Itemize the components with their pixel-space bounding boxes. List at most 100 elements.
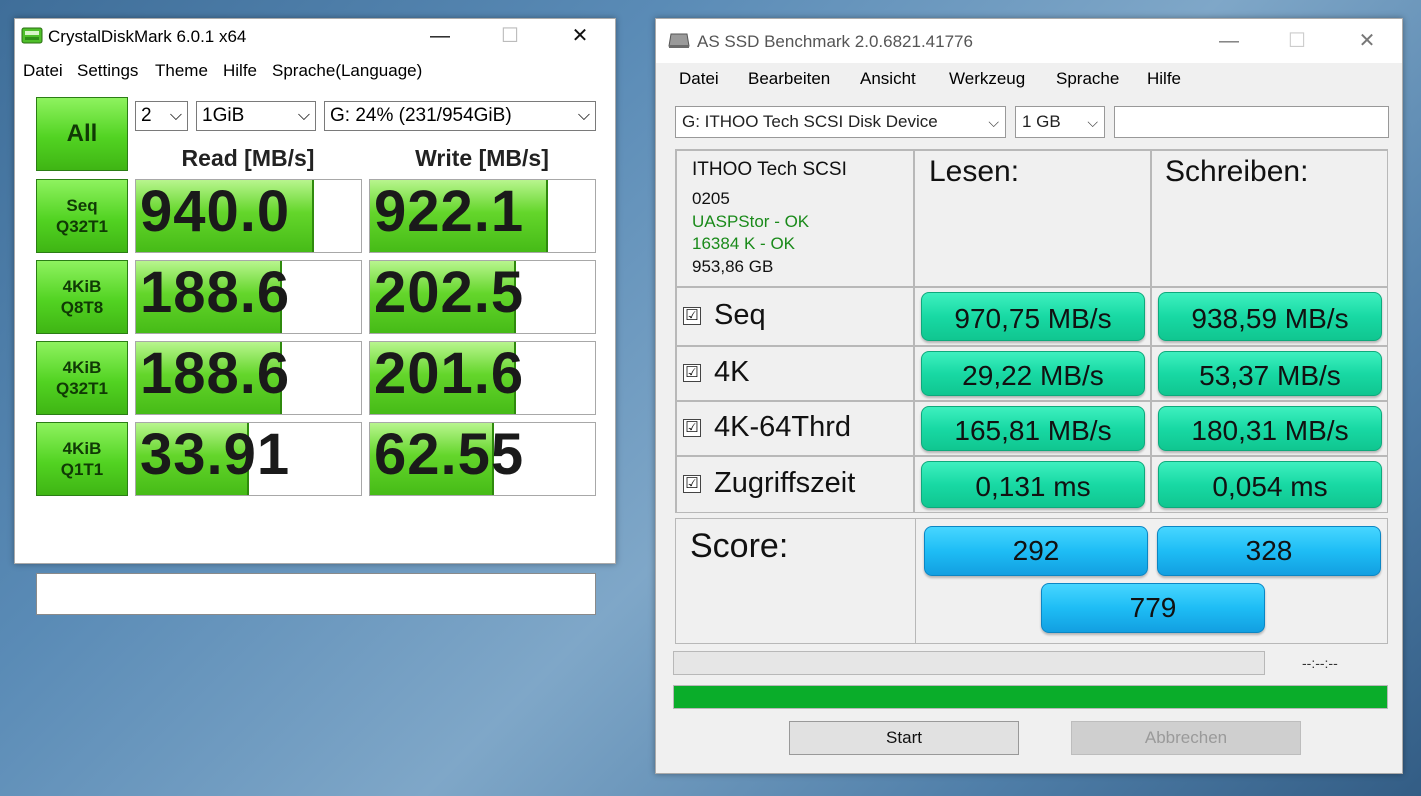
test-progress-bar	[673, 651, 1265, 675]
test-name: Zugriffszeit	[714, 467, 856, 499]
as-text-field[interactable]	[1114, 106, 1389, 138]
cdm-maximize-button[interactable]: ☐	[487, 19, 533, 53]
drive-name: ITHOO Tech SCSI	[692, 159, 847, 180]
as-menu-werkzeug[interactable]: Werkzeug	[949, 69, 1025, 89]
drive-select-value: G: 24% (231/954GiB)	[330, 105, 512, 126]
read-header: Read [MB/s]	[181, 145, 315, 171]
as-results-grid: ITHOO Tech SCSI 0205 UASPStor - OK 16384…	[675, 149, 1388, 513]
test-label-primary: 4KiB	[62, 277, 102, 296]
cdm-menu-theme[interactable]: Theme	[155, 61, 208, 81]
cdm-minimize-button[interactable]: —	[417, 19, 463, 53]
test-row-label-box: ☑ 4K	[676, 346, 914, 401]
score-label: Score:	[690, 527, 789, 565]
all-button-label: All	[66, 120, 98, 147]
test-button-1[interactable]: 4KiB Q8T8	[36, 260, 128, 334]
test-row-label-box: ☑ 4K-64Thrd	[676, 401, 914, 456]
test-label-secondary: Q1T1	[60, 460, 104, 479]
read-result-cell: 188.6	[135, 260, 362, 334]
write-result-cell: 62.55	[369, 422, 596, 496]
read-result-box: 165,81 MB/s	[914, 401, 1151, 456]
checkbox-icon[interactable]: ☑	[683, 475, 701, 493]
write-header: Write [MB/s]	[415, 145, 549, 171]
drive-select[interactable]: G: 24% (231/954GiB) ⌵	[324, 101, 596, 131]
cdm-close-button[interactable]: ✕	[557, 19, 603, 53]
cdm-menubar: Datei Settings Theme Hilfe Sprache(Langu…	[15, 55, 615, 83]
as-menu-datei[interactable]: Datei	[679, 69, 719, 89]
read-result-value: 0,131 ms	[921, 461, 1145, 508]
score-total: 779	[1041, 583, 1265, 633]
start-button[interactable]: Start	[789, 721, 1019, 755]
count-select-value: 2	[141, 105, 152, 126]
checkbox-icon[interactable]: ☑	[683, 307, 701, 325]
cdm-menu-settings[interactable]: Settings	[77, 61, 138, 81]
as-size-select[interactable]: 1 GB ⌵	[1015, 106, 1105, 138]
chevron-down-icon: ⌵	[577, 107, 590, 124]
crystaldiskmark-window: CrystalDiskMark 6.0.1 x64 — ☐ ✕ Datei Se…	[14, 18, 616, 615]
score-label-box: Score:	[675, 518, 916, 644]
chevron-down-icon: ⌵	[297, 107, 310, 124]
write-result-value: 202.5	[374, 260, 525, 325]
write-result-value: 201.6	[374, 341, 525, 406]
read-result-value: 188.6	[140, 260, 291, 325]
disk-app-icon	[21, 27, 43, 44]
as-ssd-window: AS SSD Benchmark 2.0.6821.41776 — ☐ ✕ Da…	[655, 18, 1403, 774]
as-menu-sprache[interactable]: Sprache	[1056, 69, 1119, 89]
write-result-value: 62.55	[374, 422, 525, 487]
as-drive-select[interactable]: G: ITHOO Tech SCSI Disk Device ⌵	[675, 106, 1006, 138]
test-row-label-box: ☑ Seq	[676, 287, 914, 346]
write-result-box: 53,37 MB/s	[1151, 346, 1388, 401]
cdm-menu-datei[interactable]: Datei	[23, 61, 63, 81]
write-result-value: 53,37 MB/s	[1158, 351, 1382, 396]
test-button-3[interactable]: 4KiB Q1T1	[36, 422, 128, 496]
write-result-value: 922.1	[374, 179, 525, 244]
read-result-cell: 940.0	[135, 179, 362, 253]
as-close-button[interactable]: ✕	[1344, 24, 1390, 58]
as-menubar: Datei Bearbeiten Ansicht Werkzeug Sprach…	[656, 69, 1402, 97]
cdm-menu-hilfe[interactable]: Hilfe	[223, 61, 257, 81]
count-select[interactable]: 2 ⌵	[135, 101, 188, 131]
test-label-primary: 4KiB	[62, 439, 102, 458]
lesen-header: Lesen:	[929, 155, 1020, 188]
comment-field[interactable]	[36, 573, 596, 615]
read-result-box: 29,22 MB/s	[914, 346, 1151, 401]
read-result-value: 29,22 MB/s	[921, 351, 1145, 396]
read-result-value: 188.6	[140, 341, 291, 406]
test-button-0[interactable]: Seq Q32T1	[36, 179, 128, 253]
test-button-2[interactable]: 4KiB Q32T1	[36, 341, 128, 415]
drive-firmware: 0205	[692, 189, 730, 208]
all-button[interactable]: All	[36, 97, 128, 171]
checkbox-icon[interactable]: ☑	[683, 364, 701, 382]
checkbox-icon[interactable]: ☑	[683, 419, 701, 437]
as-maximize-button[interactable]: ☐	[1274, 24, 1320, 58]
as-menu-ansicht[interactable]: Ansicht	[860, 69, 916, 89]
as-minimize-button[interactable]: —	[1206, 24, 1252, 58]
hdd-app-icon	[668, 33, 690, 48]
write-result-value: 0,054 ms	[1158, 461, 1382, 508]
as-menu-hilfe[interactable]: Hilfe	[1147, 69, 1181, 89]
as-title: AS SSD Benchmark 2.0.6821.41776	[697, 32, 973, 51]
cdm-titlebar[interactable]: CrystalDiskMark 6.0.1 x64 — ☐ ✕	[15, 19, 615, 53]
chevron-down-icon: ⌵	[169, 107, 182, 124]
drive-capacity: 953,86 GB	[692, 257, 774, 276]
write-result-box: 0,054 ms	[1151, 456, 1388, 513]
read-result-value: 940.0	[140, 179, 291, 244]
score-write: 328	[1157, 526, 1381, 576]
as-menu-bearbeiten[interactable]: Bearbeiten	[748, 69, 830, 89]
size-select[interactable]: 1GiB ⌵	[196, 101, 316, 131]
cdm-menu-language[interactable]: Sprache(Language)	[272, 61, 422, 81]
abort-button[interactable]: Abbrechen	[1071, 721, 1301, 755]
write-result-box: 938,59 MB/s	[1151, 287, 1388, 346]
write-result-cell: 202.5	[369, 260, 596, 334]
score-panel: Score: 292 328 779	[675, 518, 1388, 644]
test-name: 4K	[714, 356, 750, 388]
score-read: 292	[924, 526, 1148, 576]
test-name: Seq	[714, 299, 766, 331]
overall-progress-fill	[674, 686, 1387, 708]
as-titlebar[interactable]: AS SSD Benchmark 2.0.6821.41776 — ☐ ✕	[656, 19, 1402, 63]
as-size-select-value: 1 GB	[1022, 112, 1061, 131]
test-name: 4K-64Thrd	[714, 411, 852, 443]
schreiben-header: Schreiben:	[1165, 155, 1309, 188]
test-label-secondary: Q32T1	[56, 217, 108, 236]
read-header-panel: Lesen:	[914, 150, 1151, 287]
test-label-primary: 4KiB	[62, 358, 102, 377]
